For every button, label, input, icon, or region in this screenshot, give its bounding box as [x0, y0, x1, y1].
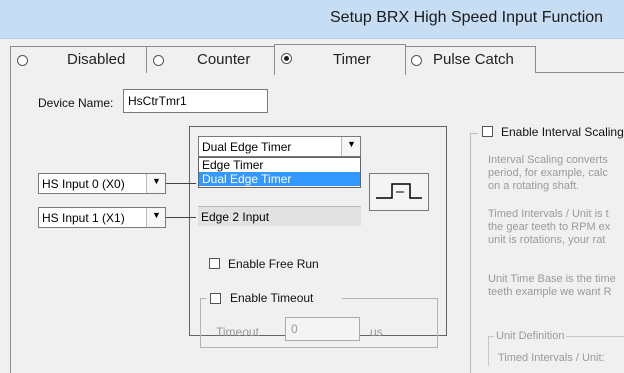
interval-desc2-line2: the gear teeth to RPM ex: [488, 221, 611, 233]
unit-definition-frame-left: [488, 336, 489, 366]
unit-definition-legend: Unit Definition: [494, 330, 567, 343]
radio-disabled-icon[interactable]: [17, 55, 28, 66]
tab-disabled-label: Disabled: [67, 51, 126, 68]
interval-scaling-legend: Enable Interval Scaling: [478, 124, 624, 140]
input0-value: HS Input 0 (X0): [42, 177, 125, 191]
free-run-checkbox[interactable]: [209, 258, 220, 269]
edge2-input-field: Edge 2 Input: [198, 206, 361, 226]
title-bar: Setup BRX High Speed Input Function: [0, 0, 624, 39]
timed-intervals-label: Timed Intervals / Unit:: [498, 352, 605, 364]
tab-pulse-catch-label: Pulse Catch: [433, 51, 514, 68]
interval-scaling-frame-left: [470, 133, 471, 373]
interval-desc3-line1: Unit Time Base is the time: [488, 273, 616, 285]
radio-pulse-catch-icon[interactable]: [411, 55, 422, 66]
timeout-label: Enable Timeout: [230, 291, 314, 305]
timer-type-option-dual-edge[interactable]: Dual Edge Timer: [199, 172, 360, 186]
edge2-input-label: Edge 2 Input: [201, 210, 270, 224]
device-name-input[interactable]: HsCtrTmr1: [123, 89, 268, 113]
interval-desc1-line2: period, for example, calc: [488, 167, 608, 179]
interval-scaling-label: Enable Interval Scaling: [501, 125, 624, 139]
input0-connector: [166, 183, 196, 184]
interval-scaling-checkbox[interactable]: [482, 126, 493, 137]
timeout-input[interactable]: 0: [285, 317, 360, 341]
input1-value: HS Input 1 (X1): [42, 211, 125, 225]
tab-timer-label: Timer: [333, 51, 371, 68]
radio-timer-icon[interactable]: [281, 53, 292, 64]
timer-type-option-edge[interactable]: Edge Timer: [199, 158, 360, 172]
input1-connector: [166, 217, 196, 218]
pulse-waveform-icon: [376, 183, 422, 199]
interval-desc1-line3: on a rotating shaft.: [488, 180, 580, 192]
device-name-value: HsCtrTmr1: [128, 94, 187, 108]
input0-select[interactable]: HS Input 0 (X0) ▼: [38, 173, 166, 194]
tab-pulse-catch[interactable]: Pulse Catch: [404, 46, 536, 73]
tab-timer[interactable]: Timer: [274, 44, 406, 75]
timeout-legend: Enable Timeout: [206, 290, 342, 306]
interval-desc2-line1: Timed Intervals / Unit is t: [488, 208, 609, 220]
chevron-down-icon: ▼: [152, 176, 161, 186]
input0-dropdown-button[interactable]: ▼: [146, 174, 165, 193]
timer-type-dropdown-button[interactable]: ▼: [341, 137, 360, 156]
timeout-field-label: Timeout: [216, 325, 259, 339]
timer-type-dropdown-list: Edge Timer Dual Edge Timer: [198, 157, 361, 188]
chevron-down-icon: ▼: [347, 139, 356, 149]
timeout-unit: us: [370, 325, 383, 339]
tab-disabled[interactable]: Disabled: [10, 46, 148, 73]
interval-desc2-line3: unit is rotations, your rat: [488, 234, 606, 246]
timer-type-value: Dual Edge Timer: [202, 140, 292, 154]
device-name-label: Device Name:: [38, 96, 114, 110]
input1-select[interactable]: HS Input 1 (X1) ▼: [38, 207, 166, 228]
timer-type-select[interactable]: Dual Edge Timer ▼: [198, 136, 361, 157]
chevron-down-icon: ▼: [152, 210, 161, 220]
radio-counter-icon[interactable]: [153, 55, 164, 66]
free-run-label: Enable Free Run: [228, 257, 319, 271]
interval-desc3-line2: teeth example we want R: [488, 286, 612, 298]
interval-desc1-line1: Interval Scaling converts: [488, 154, 608, 166]
mode-tabstrip: Disabled Counter Timer Pulse Catch: [10, 44, 624, 75]
window-title: Setup BRX High Speed Input Function: [330, 9, 604, 26]
tab-counter-label: Counter: [197, 51, 251, 68]
tab-counter[interactable]: Counter: [146, 46, 276, 73]
timeout-value: 0: [291, 322, 298, 336]
waveform-button[interactable]: [369, 173, 429, 211]
input1-dropdown-button[interactable]: ▼: [146, 208, 165, 227]
timeout-checkbox[interactable]: [210, 293, 221, 304]
